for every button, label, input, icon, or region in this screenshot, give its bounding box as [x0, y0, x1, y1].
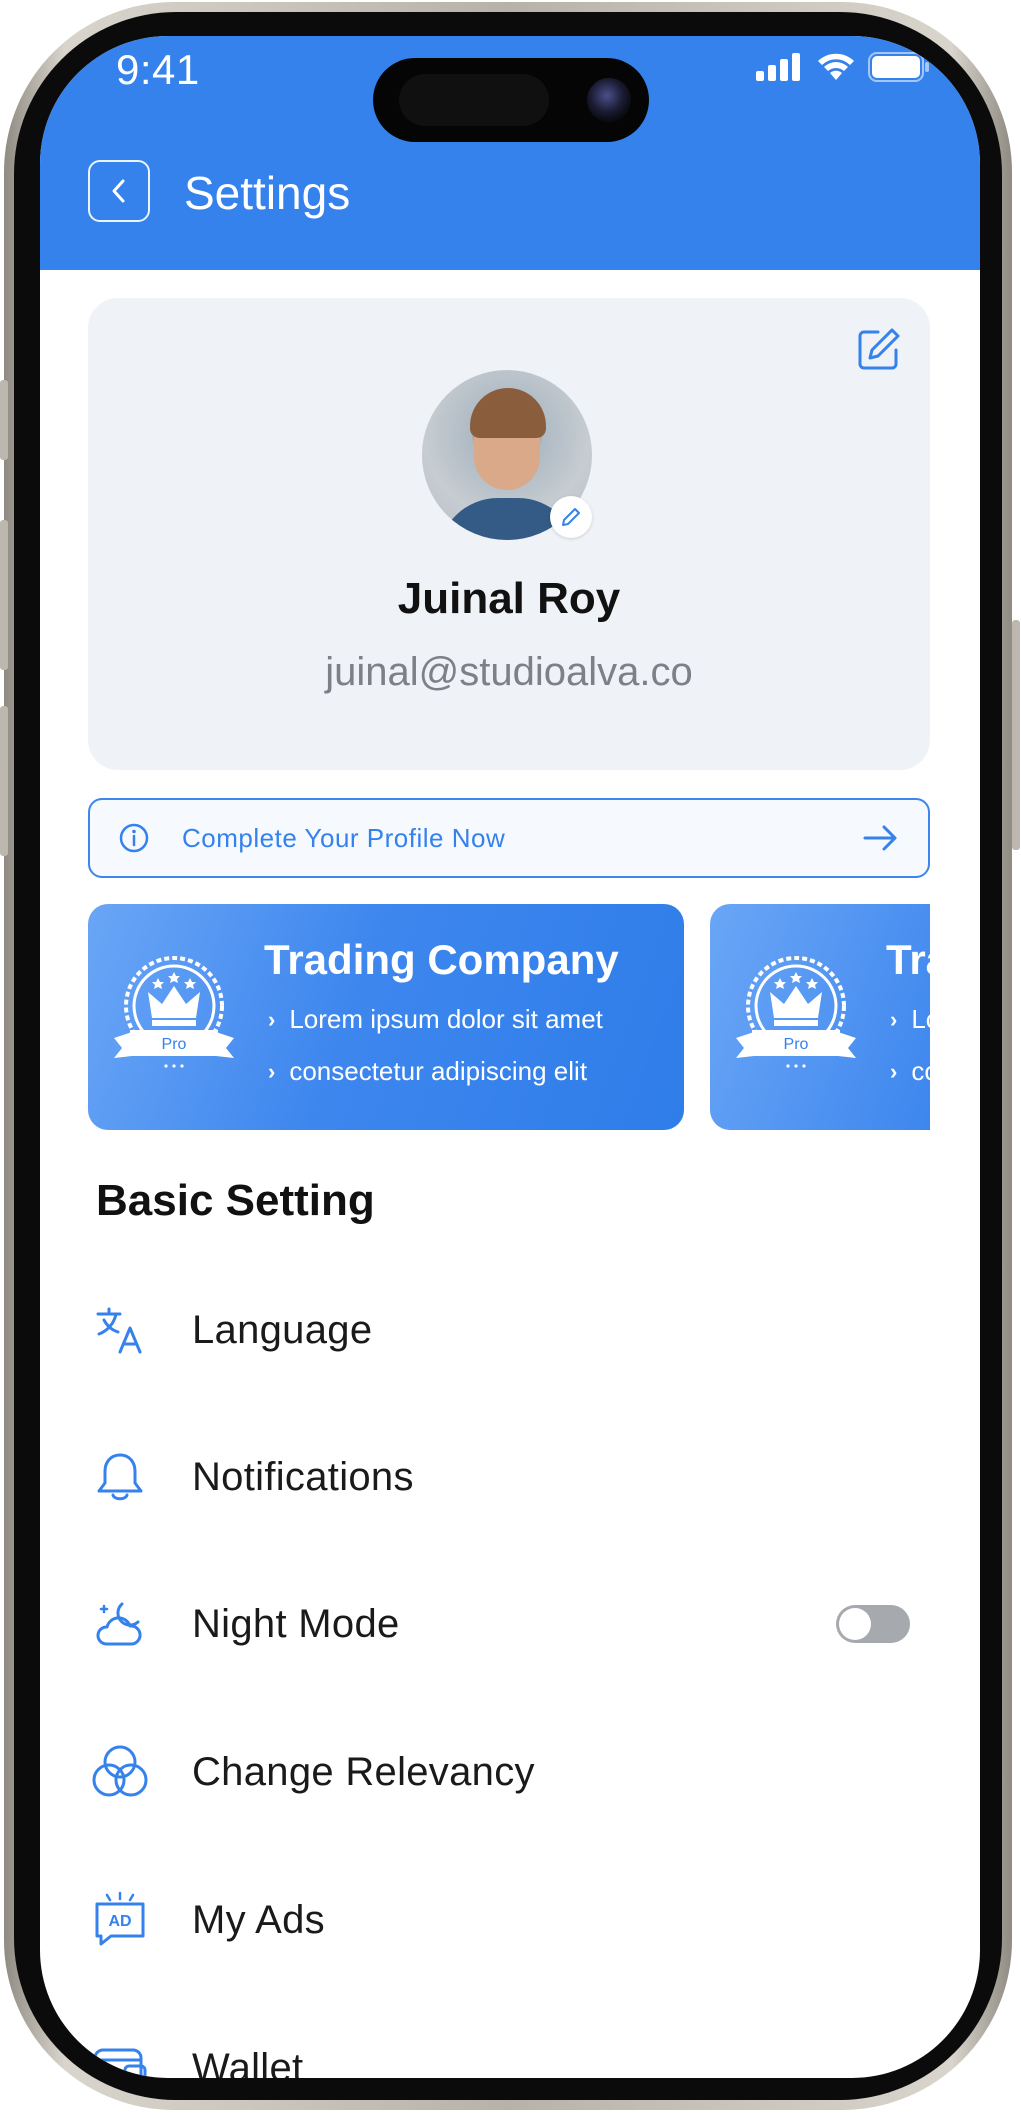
plan-feature-text: consectetur adipiscing elit	[911, 1056, 930, 1086]
setting-label: Change Relevancy	[192, 1749, 535, 1794]
complete-profile-banner[interactable]: Complete Your Profile Now	[88, 798, 930, 878]
plans-carousel[interactable]: Pro Trading Company › Lorem ipsum dolor …	[88, 904, 930, 1130]
crown-badge-icon: Pro	[736, 956, 856, 1068]
status-icons	[756, 52, 930, 82]
setting-item-night-mode[interactable]: Night Mode	[88, 1574, 932, 1674]
power-button	[1012, 620, 1020, 850]
arrow-right-icon	[863, 825, 897, 851]
plan-card[interactable]: Pro Trading Company › Lorem ipsum dolor …	[88, 904, 684, 1130]
translate-icon	[88, 1298, 152, 1362]
chevron-left-icon	[112, 179, 125, 203]
complete-profile-label: Complete Your Profile Now	[182, 822, 506, 853]
volume-up-button	[0, 520, 8, 670]
avatar-hair	[470, 388, 546, 438]
profile-card: Juinal Roy juinal@studioalva.co	[88, 298, 930, 770]
setting-item-change-relevancy[interactable]: Change Relevancy	[88, 1722, 932, 1822]
section-title: Basic Setting	[96, 1176, 375, 1225]
chevron-right-icon: ›	[890, 1058, 898, 1084]
plan-feature: › Lorem ipsum dolor sit amet	[890, 1004, 930, 1035]
camera-lens	[587, 78, 631, 122]
plan-card[interactable]: Pro Trading Company › Lorem ipsum dolor …	[710, 904, 930, 1130]
edit-square-icon[interactable]	[856, 326, 902, 372]
setting-label: Language	[192, 1307, 373, 1352]
wifi-icon	[818, 53, 854, 80]
toggle-knob	[839, 1608, 871, 1640]
avatar-edit-button[interactable]	[550, 496, 592, 538]
action-button	[0, 380, 8, 460]
svg-text:Pro: Pro	[162, 1036, 187, 1053]
setting-label: Wallet	[192, 2045, 304, 2079]
ads-icon: AD	[88, 1888, 152, 1952]
plan-feature-text: Lorem ipsum dolor sit amet	[911, 1004, 930, 1034]
status-time: 9:41	[116, 46, 200, 93]
wallet-icon	[88, 2036, 152, 2078]
plan-feature-text: Lorem ipsum dolor sit amet	[289, 1004, 603, 1034]
svg-text:AD: AD	[108, 1913, 131, 1930]
chevron-right-icon: ›	[268, 1058, 276, 1084]
plan-feature: › consectetur adipiscing elit	[890, 1056, 930, 1087]
chevron-right-icon: ›	[268, 1006, 276, 1032]
screen: 9:41 Settings Juinal Roy juinal@studioal…	[40, 36, 980, 2078]
setting-label: Notifications	[192, 1454, 414, 1499]
plan-title: Trading Company	[264, 936, 619, 983]
crown-badge-icon: Pro	[114, 956, 234, 1068]
volume-down-button	[0, 706, 8, 856]
plan-feature-text: consectetur adipiscing elit	[289, 1056, 588, 1086]
battery-icon	[868, 52, 929, 82]
chevron-right-icon: ›	[890, 1006, 898, 1032]
plan-feature: › Lorem ipsum dolor sit amet	[268, 1004, 603, 1035]
plan-title: Trading Company	[886, 936, 930, 983]
setting-item-notifications[interactable]: Notifications	[88, 1427, 932, 1527]
back-button[interactable]	[88, 160, 150, 222]
info-icon	[119, 823, 149, 853]
setting-item-my-ads[interactable]: AD My Ads	[88, 1870, 932, 1970]
signal-icon	[756, 53, 800, 81]
setting-item-wallet[interactable]: Wallet	[88, 2018, 932, 2078]
app-header: 9:41 Settings	[40, 36, 980, 270]
setting-label: Night Mode	[192, 1601, 400, 1646]
circles-icon	[88, 1740, 152, 1804]
setting-label: My Ads	[192, 1897, 325, 1942]
profile-name: Juinal Roy	[397, 574, 621, 623]
weather-night-icon	[88, 1592, 152, 1656]
night-mode-toggle[interactable]	[836, 1605, 910, 1643]
page-title: Settings	[184, 167, 351, 219]
dynamic-island	[373, 58, 649, 142]
sensor-well	[399, 74, 549, 126]
setting-item-language[interactable]: Language	[88, 1280, 932, 1380]
pencil-icon	[562, 508, 580, 526]
bell-icon	[88, 1445, 152, 1509]
plan-feature: › consectetur adipiscing elit	[268, 1056, 587, 1087]
profile-email: juinal@studioalva.co	[325, 650, 693, 694]
svg-text:Pro: Pro	[784, 1036, 809, 1053]
